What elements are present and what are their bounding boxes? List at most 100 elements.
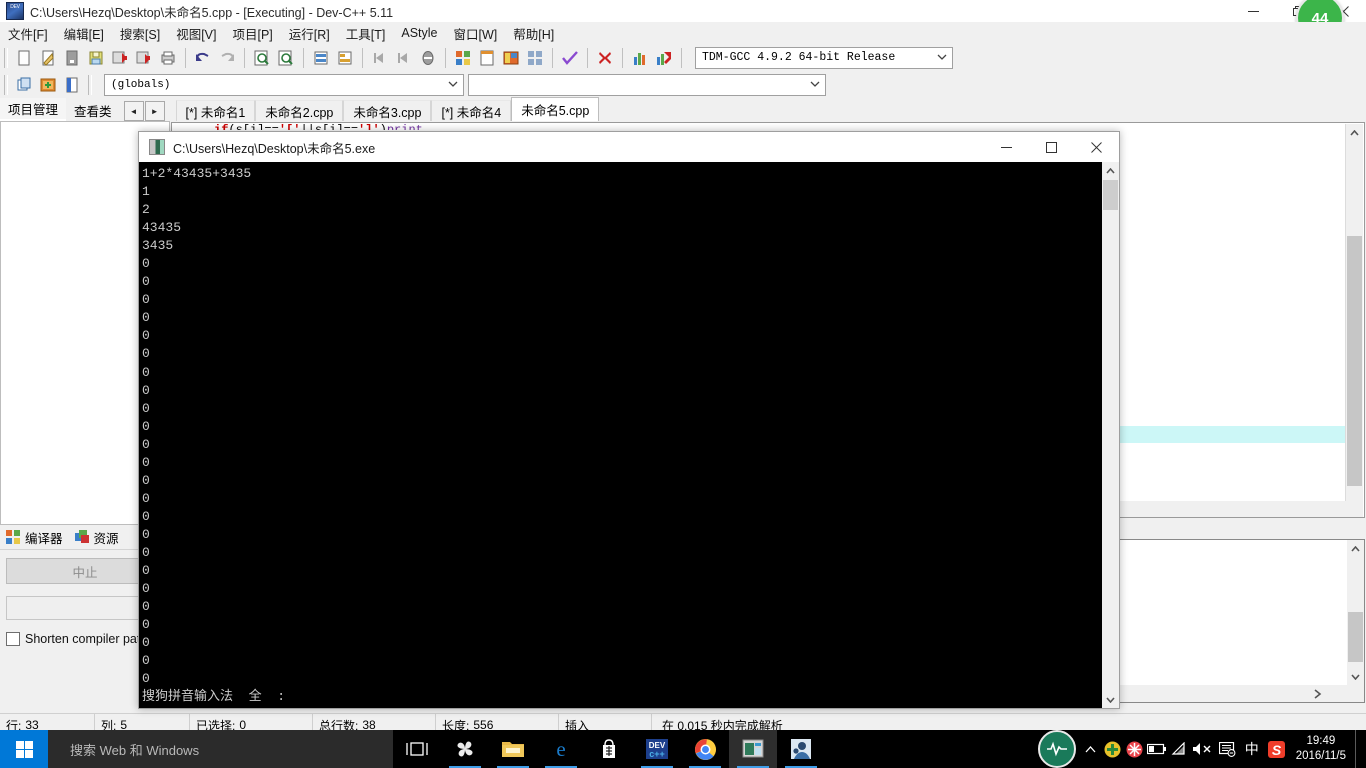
print-button[interactable] [157, 47, 179, 69]
console-titlebar: C:\Users\Hezq\Desktop\未命名5.exe [139, 132, 1119, 163]
window-minimize-button[interactable] [1231, 0, 1276, 22]
console-scroll-thumb[interactable] [1103, 180, 1118, 210]
project-remove-button[interactable] [61, 74, 83, 96]
shorten-paths-checkbox[interactable] [6, 632, 20, 646]
menu-run[interactable]: 运行[R] [281, 22, 338, 45]
menu-tools[interactable]: 工具[T] [338, 22, 394, 45]
open-file-button[interactable] [37, 47, 59, 69]
editor-tab-5[interactable]: 未命名5.cpp [511, 97, 600, 121]
store-icon[interactable] [585, 730, 633, 768]
log-scroll-down-button[interactable] [1347, 668, 1364, 685]
tab-resource[interactable]: 资源 [69, 528, 125, 547]
log-vertical-scrollbar[interactable] [1347, 540, 1364, 685]
editor-scroll-up-button[interactable] [1346, 124, 1363, 141]
editor-tab-2[interactable]: 未命名2.cpp [255, 100, 344, 121]
taskbar-clock[interactable]: 19:49 2016/11/5 [1290, 734, 1355, 764]
console-minimize-button[interactable] [984, 132, 1029, 162]
save-file-button[interactable] [85, 47, 107, 69]
nav-back-button[interactable] [369, 47, 391, 69]
compiler-select[interactable]: TDM-GCC 4.9.2 64-bit Release [695, 46, 953, 69]
undo-button[interactable] [192, 47, 214, 69]
tab-nav-prev-button[interactable]: ◄ [123, 101, 144, 121]
show-desktop-button[interactable] [1355, 730, 1362, 768]
project-add-button[interactable] [37, 74, 59, 96]
tab-compiler-label: 编译器 [25, 531, 63, 546]
photo-icon[interactable] [777, 730, 825, 768]
flower-icon[interactable] [1124, 730, 1146, 768]
fan-icon[interactable] [441, 730, 489, 768]
editor-tab-1[interactable]: [*] 未命名1 [175, 100, 256, 121]
tab-resource-label: 资源 [93, 531, 119, 546]
start-button[interactable] [0, 730, 48, 768]
profile-button[interactable] [629, 47, 651, 69]
nav-forward-button[interactable] [393, 47, 415, 69]
battery-icon[interactable] [1146, 730, 1168, 768]
editor-tab-3[interactable]: 未命名3.cpp [343, 100, 432, 121]
console-scroll-up-button[interactable] [1102, 162, 1119, 179]
close-all-button[interactable] [133, 47, 155, 69]
log-scroll-thumb[interactable] [1348, 612, 1363, 662]
new-project-button[interactable] [452, 47, 474, 69]
run-button[interactable] [500, 47, 522, 69]
console-window[interactable]: C:\Users\Hezq\Desktop\未命名5.exe 1+2*43435… [138, 131, 1120, 709]
console-body[interactable]: 1+2*43435+3435 1 2 43435 3435 0 0 0 0 0 … [139, 162, 1119, 708]
compile-run-button[interactable] [524, 47, 546, 69]
find-button[interactable] [251, 47, 273, 69]
symbol-select[interactable] [468, 73, 826, 96]
editor-tab-4[interactable]: [*] 未命名4 [431, 100, 512, 121]
log-scroll-up-button[interactable] [1347, 540, 1364, 557]
show-hidden-icons-button[interactable] [1080, 730, 1102, 768]
compile-button[interactable] [476, 47, 498, 69]
goto-line-button[interactable] [310, 47, 332, 69]
stop-execution-button[interactable] [594, 47, 616, 69]
console-close-button[interactable] [1074, 132, 1119, 162]
action-center-icon[interactable] [1216, 730, 1240, 768]
devcpp-icon[interactable]: DEV c++ [633, 730, 681, 768]
menu-help[interactable]: 帮助[H] [505, 22, 562, 45]
redo-button[interactable] [216, 47, 238, 69]
indent-button[interactable] [334, 47, 356, 69]
chrome-icon[interactable] [681, 730, 729, 768]
console-output: 1+2*43435+3435 1 2 43435 3435 0 0 0 0 0 … [142, 166, 286, 705]
console-maximize-button[interactable] [1029, 132, 1074, 162]
tab-compiler[interactable]: 编译器 [0, 528, 69, 547]
find-next-button[interactable] [275, 47, 297, 69]
menu-search[interactable]: 搜索[S] [112, 22, 168, 45]
sogou-icon[interactable]: S [1264, 730, 1290, 768]
console-icon[interactable] [729, 730, 777, 768]
menu-window[interactable]: 窗口[W] [446, 22, 506, 45]
window-titlebar: C:\Users\Hezq\Desktop\未命名5.cpp - [Execut… [0, 0, 1366, 42]
editor-scroll-thumb[interactable] [1347, 236, 1362, 486]
ime-icon[interactable]: 中 [1240, 730, 1264, 768]
menu-file[interactable]: 文件[F] [0, 22, 56, 45]
tab-class-browser[interactable]: 查看类 [66, 100, 120, 121]
delete-profile-button[interactable] [653, 47, 675, 69]
file-explorer-icon[interactable] [489, 730, 537, 768]
tab-nav-next-button[interactable]: ► [144, 101, 165, 121]
console-scroll-down-button[interactable] [1102, 691, 1119, 708]
wifi-icon[interactable] [1168, 730, 1190, 768]
project-new-unit-button[interactable] [13, 74, 35, 96]
security-monitor-icon[interactable] [1037, 730, 1076, 768]
volume-muted-icon[interactable] [1190, 730, 1216, 768]
bookmark-button[interactable] [417, 47, 439, 69]
close-file-button[interactable] [61, 47, 83, 69]
menu-view[interactable]: 视图[V] [168, 22, 224, 45]
menu-edit[interactable]: 编辑[E] [56, 22, 112, 45]
menu-astyle[interactable]: AStyle [393, 24, 445, 42]
taskview-icon[interactable] [393, 730, 441, 768]
scope-select[interactable]: (globals) [104, 73, 464, 96]
taskbar-search-input[interactable]: 搜索 Web 和 Windows [48, 730, 393, 768]
save-all-button[interactable] [109, 47, 131, 69]
menu-project[interactable]: 项目[P] [224, 22, 280, 45]
tab-project-manager[interactable]: 项目管理 [0, 98, 67, 121]
editor-vertical-scrollbar[interactable] [1345, 124, 1363, 516]
new-file-button[interactable] [13, 47, 35, 69]
syntax-check-button[interactable] [559, 47, 581, 69]
edge-icon[interactable]: e [537, 730, 585, 768]
console-scrollbar[interactable] [1102, 162, 1119, 708]
log-scroll-right-button[interactable] [1313, 688, 1322, 702]
shield-icon[interactable] [1102, 730, 1124, 768]
shorten-paths-label: Shorten compiler paths [25, 632, 154, 646]
chevron-down-icon [934, 53, 950, 63]
